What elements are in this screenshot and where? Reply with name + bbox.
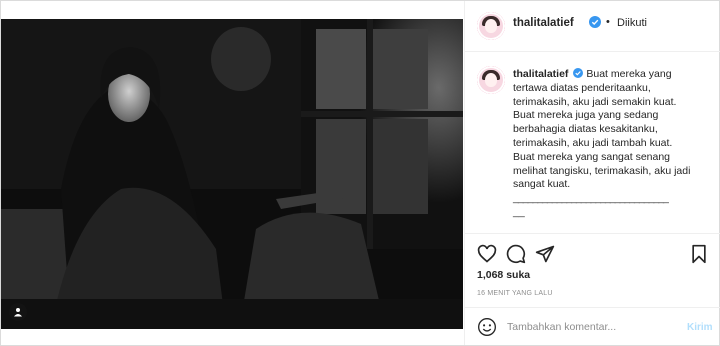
caption-username[interactable]: thalitalatief xyxy=(513,68,568,80)
post-actions xyxy=(465,233,720,274)
caption-line: berbahagia diatas kesakitanku, xyxy=(513,123,658,136)
post-photo[interactable] xyxy=(1,19,463,329)
emoji-icon[interactable] xyxy=(477,317,497,337)
caption-area: thalitalatief Buat mereka yang tertawa d… xyxy=(465,52,720,232)
author-username[interactable]: thalitalatief xyxy=(513,17,574,29)
caption-line: tertawa diatas penderitaanku, xyxy=(513,81,651,94)
instagram-post-card: thalitalatief • Diikuti thalitalatief Bu… xyxy=(0,0,720,346)
post-comment-button[interactable]: Kirim xyxy=(687,322,713,333)
caption-line: Buat mereka yang xyxy=(586,68,672,80)
caption-verified-badge-icon xyxy=(573,68,584,78)
verified-badge-icon xyxy=(589,16,601,28)
post-sidebar: thalitalatief • Diikuti thalitalatief Bu… xyxy=(464,1,720,345)
post-header: thalitalatief • Diikuti xyxy=(465,1,720,52)
comment-icon[interactable] xyxy=(506,244,526,264)
caption-avatar[interactable] xyxy=(477,66,505,94)
bookmark-icon[interactable] xyxy=(689,244,709,264)
avatar[interactable] xyxy=(477,12,505,40)
post-timestamp[interactable]: 16 MENIT YANG LALU xyxy=(477,290,553,297)
caption-line: Buat mereka juga yang sedang xyxy=(513,109,659,122)
caption-line: Buat mereka yang sangat senang xyxy=(513,150,671,163)
caption-line: ________________________________ xyxy=(513,192,669,205)
caption-line: sangat kuat. xyxy=(513,178,571,191)
caption-line: __ xyxy=(513,205,525,218)
heart-icon[interactable] xyxy=(477,244,497,264)
caption-line: terimakasih, aku jadi semakin kuat. xyxy=(513,95,677,108)
like-count[interactable]: 1,068 suka xyxy=(477,269,530,281)
share-icon[interactable] xyxy=(535,244,555,264)
person-tag-icon[interactable] xyxy=(9,303,27,321)
comment-bar: Kirim xyxy=(465,307,720,346)
follow-status-button[interactable]: Diikuti xyxy=(617,17,647,29)
photo-scene xyxy=(1,19,463,329)
post-caption: thalitalatief Buat mereka yang tertawa d… xyxy=(513,68,703,220)
header-separator: • xyxy=(606,16,610,28)
caption-line: melihat tangisku, terimakasih, aku jadi xyxy=(513,164,691,177)
comment-input[interactable] xyxy=(507,319,677,335)
caption-line: terimakasih, aku jadi tambah kuat. xyxy=(513,136,673,149)
